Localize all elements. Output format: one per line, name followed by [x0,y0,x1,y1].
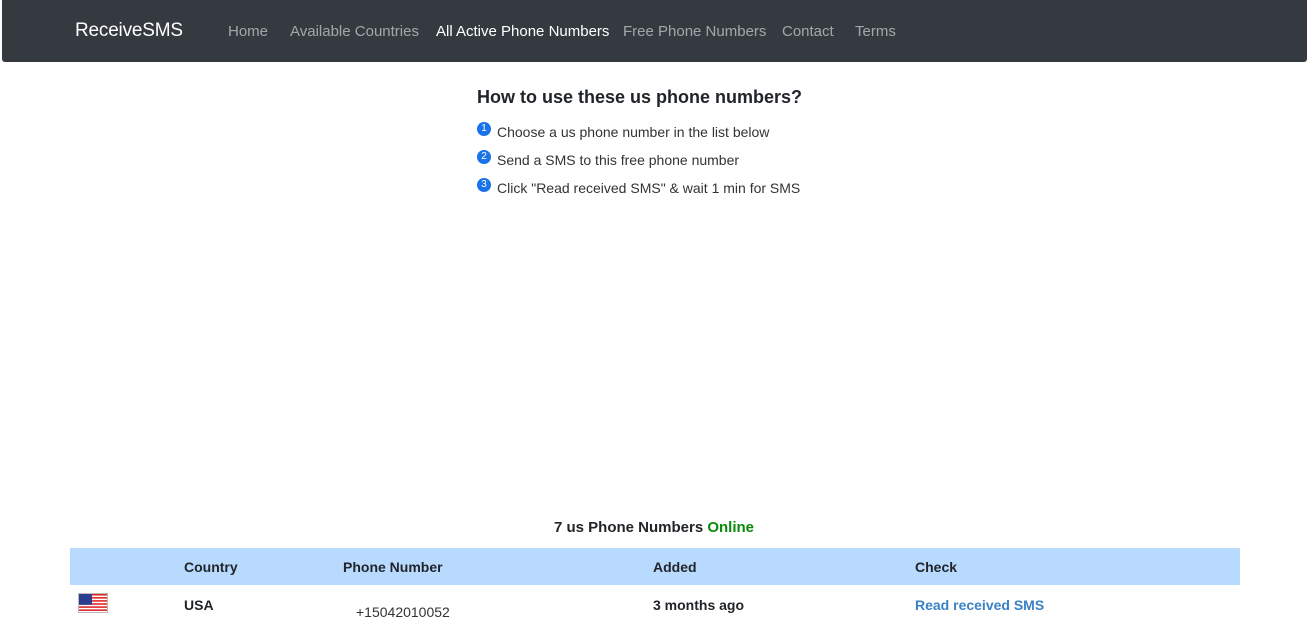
table-row: USA +15042010052 3 months ago Read recei… [70,586,1240,640]
row-phone-number: +15042010052 [356,604,450,620]
how-to-title: How to use these us phone numbers? [477,87,803,107]
step-number-1-icon: 1 [477,122,491,136]
nav-contact-link[interactable]: Contact [782,23,834,40]
how-to-step-3: 3 Click "Read received SMS" & wait 1 min… [477,178,801,196]
online-status-label: Online [707,519,755,536]
nav-home-link[interactable]: Home [228,23,268,40]
header-phone-number: Phone Number [343,559,443,575]
step-number-2-icon: 2 [477,150,491,164]
numbers-count-text: 7 us Phone Numbers [553,519,704,536]
how-to-section: How to use these us phone numbers? 1 Cho… [477,86,897,196]
top-navbar: ReceiveSMS Home Available Countries All … [2,0,1307,62]
nav-all-active-numbers-link[interactable]: All Active Phone Numbers [436,23,609,40]
brand-logo-link[interactable]: ReceiveSMS [75,20,183,42]
numbers-table-header: Country Phone Number Added Check [70,548,1240,585]
step-number-3-icon: 3 [477,178,491,192]
step-1-text: Choose a us phone number in the list bel… [497,124,770,140]
nav-terms-link[interactable]: Terms [855,23,896,40]
how-to-step-1: 1 Choose a us phone number in the list b… [477,122,770,140]
header-added: Added [653,559,697,575]
nav-free-phone-numbers-link[interactable]: Free Phone Numbers [623,23,766,40]
read-received-sms-link[interactable]: Read received SMS [915,597,1044,613]
us-flag-icon [78,593,108,613]
step-2-text: Send a SMS to this free phone number [497,152,740,168]
row-added: 3 months ago [653,597,745,613]
header-check: Check [915,559,958,575]
numbers-count-heading: 7 us Phone Numbers Online [0,519,1308,536]
nav-available-countries-link[interactable]: Available Countries [290,23,419,40]
how-to-step-2: 2 Send a SMS to this free phone number [477,150,740,168]
step-3-text: Click "Read received SMS" & wait 1 min f… [497,180,801,196]
row-country: USA [184,597,214,613]
header-country: Country [184,559,238,575]
